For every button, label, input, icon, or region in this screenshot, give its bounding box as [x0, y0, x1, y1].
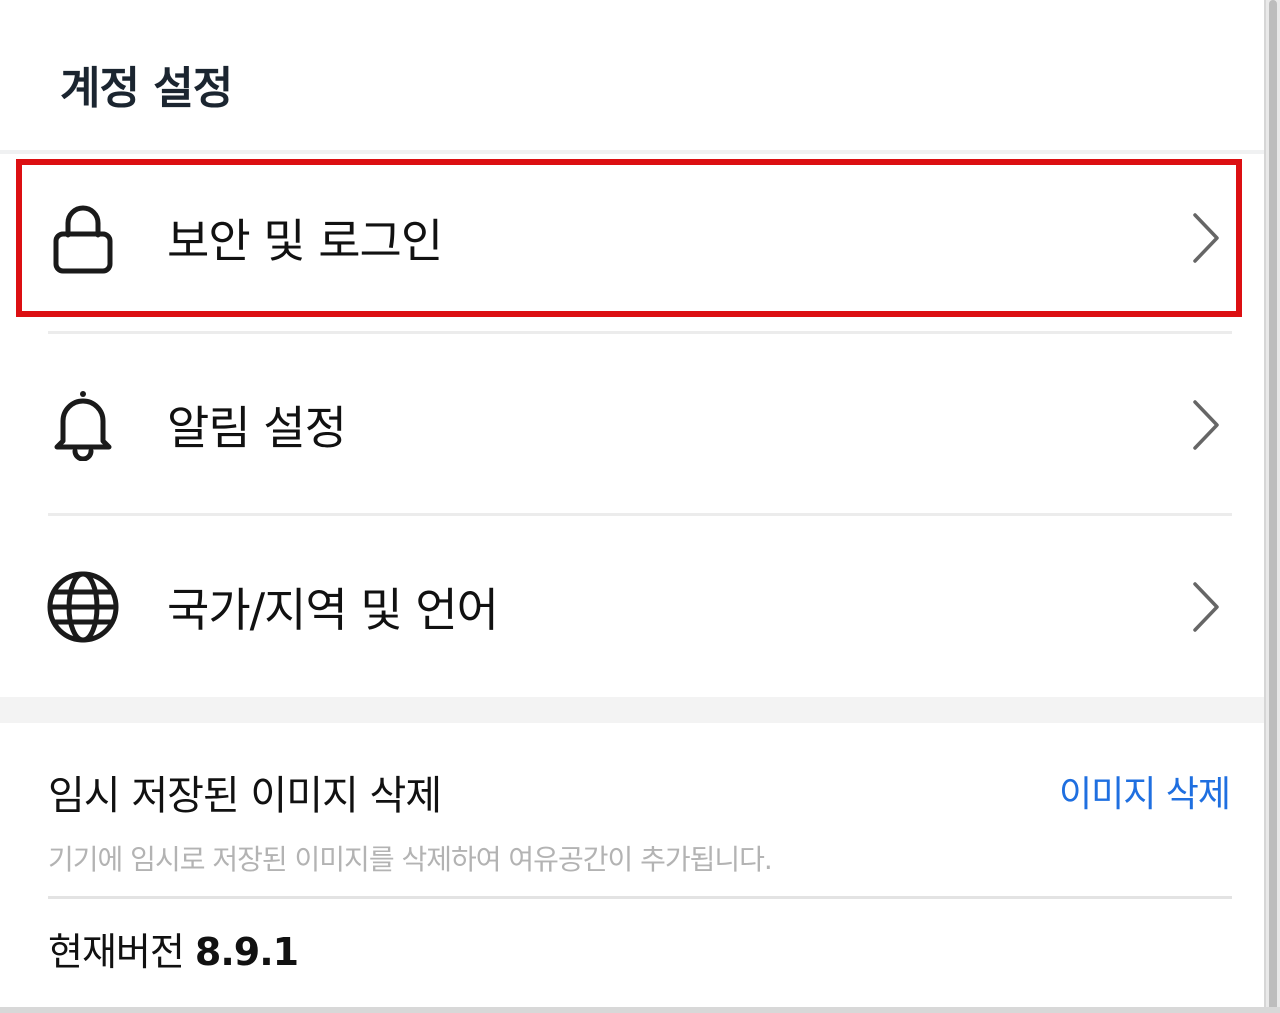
menu-item-label: 알림 설정: [167, 401, 347, 455]
account-settings-page: 계정 설정 보안 및 로그인 알림 설정 국가/지역 및 언어 임시 저장된 이…: [0, 0, 1280, 1013]
menu-divider: [48, 513, 1232, 516]
bottom-edge: [0, 1007, 1280, 1013]
menu-divider: [48, 331, 1232, 334]
menu-item-label: 보안 및 로그인: [167, 214, 443, 268]
version-number: 8.9.1: [194, 930, 299, 974]
chevron-right-icon: [1186, 159, 1226, 317]
chevron-right-icon: [1186, 532, 1226, 682]
app-version: 현재버전 8.9.1: [48, 921, 299, 976]
globe-icon: [46, 532, 120, 682]
clear-cache-description: 기기에 임시로 저장된 이미지를 삭제하여 여유공간이 추가됩니다.: [48, 843, 773, 876]
section-divider: [0, 697, 1264, 723]
menu-item-region-language[interactable]: 국가/지역 및 언어: [16, 532, 1242, 682]
clear-cache-title: 임시 저장된 이미지 삭제: [48, 773, 442, 819]
chevron-right-icon: [1186, 350, 1226, 500]
version-label: 현재버전: [48, 930, 195, 974]
version-divider: [48, 896, 1232, 899]
header-divider: [0, 150, 1264, 154]
page-title: 계정 설정: [60, 63, 233, 114]
menu-item-notifications[interactable]: 알림 설정: [16, 350, 1242, 500]
menu-item-label: 국가/지역 및 언어: [167, 583, 499, 637]
bell-icon: [46, 350, 120, 500]
scrollbar-thumb[interactable]: [1269, 0, 1277, 1013]
delete-images-button[interactable]: 이미지 삭제: [1059, 765, 1231, 817]
menu-item-security-login[interactable]: 보안 및 로그인: [16, 159, 1242, 317]
lock-icon: [46, 159, 120, 317]
scrollbar-track[interactable]: [1264, 0, 1280, 1013]
